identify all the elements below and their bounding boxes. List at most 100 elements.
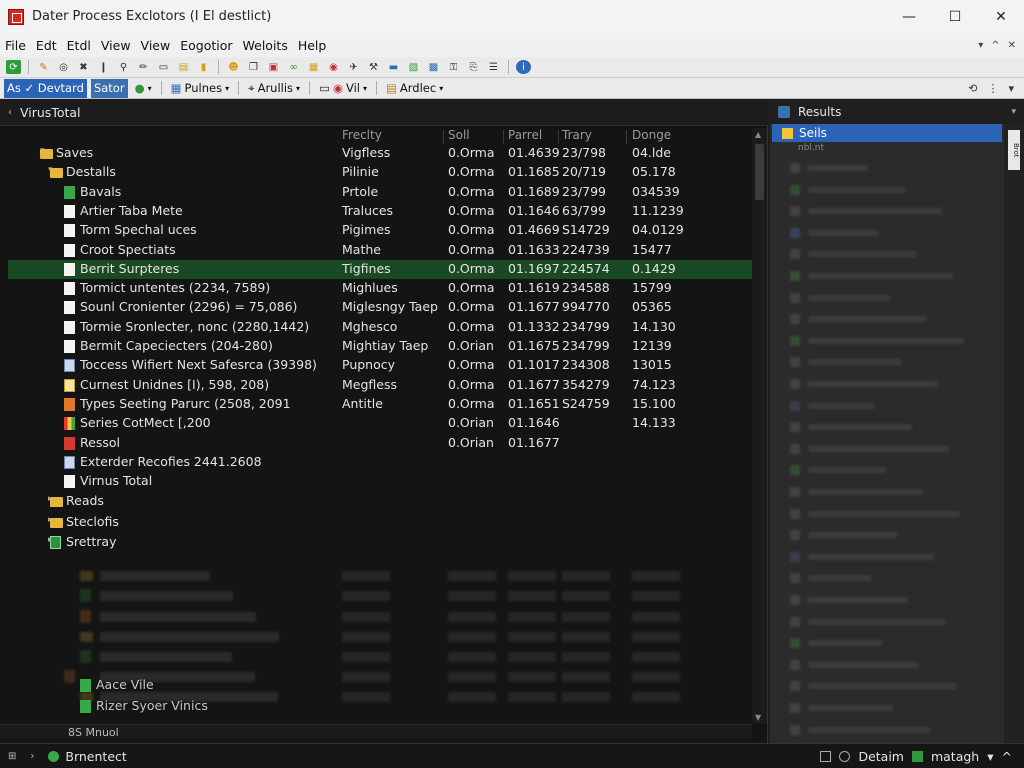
result-item[interactable]	[790, 378, 990, 390]
result-item[interactable]	[790, 659, 990, 671]
target-icon[interactable]: ◎	[56, 60, 71, 74]
result-item[interactable]	[790, 508, 990, 520]
panel-toggle-icon[interactable]: ⊞	[8, 751, 16, 762]
result-item[interactable]	[790, 486, 990, 498]
record-icon[interactable]: ◉	[326, 60, 341, 74]
result-item[interactable]	[790, 270, 990, 282]
link-icon[interactable]: ∞	[286, 60, 301, 74]
result-item[interactable]	[790, 529, 990, 541]
back-icon[interactable]: ⟲	[968, 82, 977, 95]
process-row-placeholder[interactable]	[8, 647, 752, 666]
menu-weloits[interactable]: Weloits	[238, 38, 293, 53]
process-row[interactable]: Artier Taba Mete Traluces 0.Orma 01.1646 63/…	[8, 202, 752, 221]
result-item[interactable]	[790, 724, 990, 736]
process-row-placeholder[interactable]	[8, 566, 752, 585]
process-row[interactable]: Curnest Unidnes [I), 598, 208) Megfless 0.…	[8, 376, 752, 395]
process-row[interactable]: Rizer Syoer Vinics	[8, 697, 752, 716]
process-row[interactable]: Croot Spectiats Mathe 0.Orma 01.1633 224739 1…	[8, 241, 752, 260]
bars-icon[interactable]: ▮	[196, 60, 211, 74]
result-item[interactable]	[790, 356, 990, 368]
process-row[interactable]: Types Seeting Parurc (2508, 2091 Antitle 0…	[8, 395, 752, 414]
sator-button[interactable]: Sator	[90, 78, 128, 98]
options-icon[interactable]: ⋮	[987, 82, 998, 95]
minimize-button[interactable]: —	[886, 0, 932, 33]
result-item[interactable]	[790, 313, 990, 325]
process-row[interactable]: Virnus Total	[8, 472, 752, 491]
note-icon[interactable]: ▤	[176, 60, 191, 74]
refresh-icon[interactable]: ⟳	[6, 60, 21, 74]
process-row[interactable]: ▸Steclofis	[8, 513, 752, 532]
menu-file[interactable]: File	[0, 38, 31, 53]
menu-view-2[interactable]: View	[136, 38, 176, 53]
list-icon[interactable]: ☰	[486, 60, 501, 74]
column-divider[interactable]	[558, 130, 559, 144]
result-item[interactable]	[790, 184, 990, 196]
process-row[interactable]: Series CotMect [,200 0.Orian 01.1646 14.133	[8, 414, 752, 433]
result-item[interactable]	[790, 248, 990, 260]
process-row-placeholder[interactable]	[8, 627, 752, 646]
menu-etdl[interactable]: Etdl	[62, 38, 96, 53]
menu-edit[interactable]: Edt	[31, 38, 62, 53]
folder-icon[interactable]: ▬	[386, 60, 401, 74]
results-scrollbar[interactable]: Brot	[1004, 124, 1024, 743]
detail-label[interactable]: Detaim	[858, 749, 904, 764]
result-item[interactable]	[790, 702, 990, 714]
info-icon[interactable]: i	[516, 60, 531, 74]
result-item[interactable]	[790, 292, 990, 304]
process-row[interactable]: Tormie Sronlecter, nonc (2280,1442) Mghes…	[8, 318, 752, 337]
users-icon[interactable]: ☻	[226, 60, 241, 74]
kill-icon[interactable]: ✖	[76, 60, 91, 74]
chevron-down-icon[interactable]: ▾	[1011, 107, 1016, 117]
process-row[interactable]: Sounl Cronienter (2296) = 75,086) Miglesn…	[8, 298, 752, 317]
sheet-icon[interactable]: ▣	[266, 60, 281, 74]
mdi-close-button[interactable]: ✕	[1008, 40, 1016, 51]
chevron-right-icon[interactable]: ›	[30, 751, 34, 762]
column-header[interactable]: Parrel	[508, 128, 542, 142]
process-row[interactable]: ▾SavesVigfless0.Orma01.463923/79804.lde	[8, 144, 752, 163]
chevron-left-icon[interactable]: ‹	[8, 107, 12, 118]
result-item[interactable]	[790, 205, 990, 217]
column-header[interactable]: Donge	[632, 128, 671, 142]
process-row-placeholder[interactable]	[8, 586, 752, 605]
find-icon[interactable]: ⚲	[116, 60, 131, 74]
process-row[interactable]: Ressol 0.Orian 01.1677	[8, 434, 752, 453]
cpu-icon[interactable]: ▦	[306, 60, 321, 74]
result-item[interactable]	[790, 616, 990, 628]
process-row[interactable]: ▸Reads	[8, 492, 752, 511]
globe-dropdown[interactable]: ● ▾	[132, 79, 155, 98]
tools-icon[interactable]: ⚒	[366, 60, 381, 74]
save-icon[interactable]: ▩	[426, 60, 441, 74]
clipboard-icon[interactable]: ⎘	[466, 60, 481, 74]
results-selected-item[interactable]: Seils	[772, 124, 1002, 142]
result-item[interactable]	[790, 443, 990, 455]
column-divider[interactable]	[503, 130, 504, 144]
result-item[interactable]	[790, 464, 990, 476]
column-divider[interactable]	[443, 130, 444, 144]
sync-icon[interactable]	[820, 750, 832, 762]
match-dropdown[interactable]: matagh	[931, 749, 979, 764]
vil-dropdown[interactable]: ▭ ◉ Vil ▾	[316, 79, 370, 98]
close-button[interactable]: ✕	[978, 0, 1024, 33]
process-row[interactable]: Torm Spechal uces Pigimes 0.Orma 01.4669 S14…	[8, 221, 752, 240]
process-row[interactable]: Berrit Surpteres Tigfines 0.Orma 01.1697 224…	[8, 259, 752, 279]
scroll-down-icon[interactable]: ▼	[755, 713, 761, 722]
plane-icon[interactable]: ✈	[346, 60, 361, 74]
result-item[interactable]	[790, 637, 990, 649]
process-row[interactable]: Toccess Wifiert Next Safesrca (39398) Pup…	[8, 356, 752, 375]
chevron-down-icon[interactable]: ▾	[987, 749, 993, 764]
process-row[interactable]: ▸Srettray	[8, 533, 752, 552]
suspend-icon[interactable]: ❙	[96, 60, 111, 74]
column-header[interactable]: Freclty	[342, 128, 382, 142]
result-item[interactable]	[790, 421, 990, 433]
process-row[interactable]: Aace Vile	[8, 676, 752, 695]
properties-icon[interactable]: ✎	[36, 60, 51, 74]
menu-view[interactable]: View	[96, 38, 136, 53]
lock-icon[interactable]: ⚿	[446, 60, 461, 74]
pen-icon[interactable]: ✏	[136, 60, 151, 74]
process-row[interactable]: ▾DestallsPilinie0.Orma01.168520/71905.17…	[8, 163, 752, 182]
mdi-dropdown-button[interactable]: ▾	[978, 40, 983, 51]
result-item[interactable]	[790, 551, 990, 563]
window-icon[interactable]: ▭	[156, 60, 171, 74]
arullis-dropdown[interactable]: ⌖ Arullis ▾	[245, 79, 303, 98]
pulnes-dropdown[interactable]: ▦ Pulnes ▾	[168, 79, 232, 98]
